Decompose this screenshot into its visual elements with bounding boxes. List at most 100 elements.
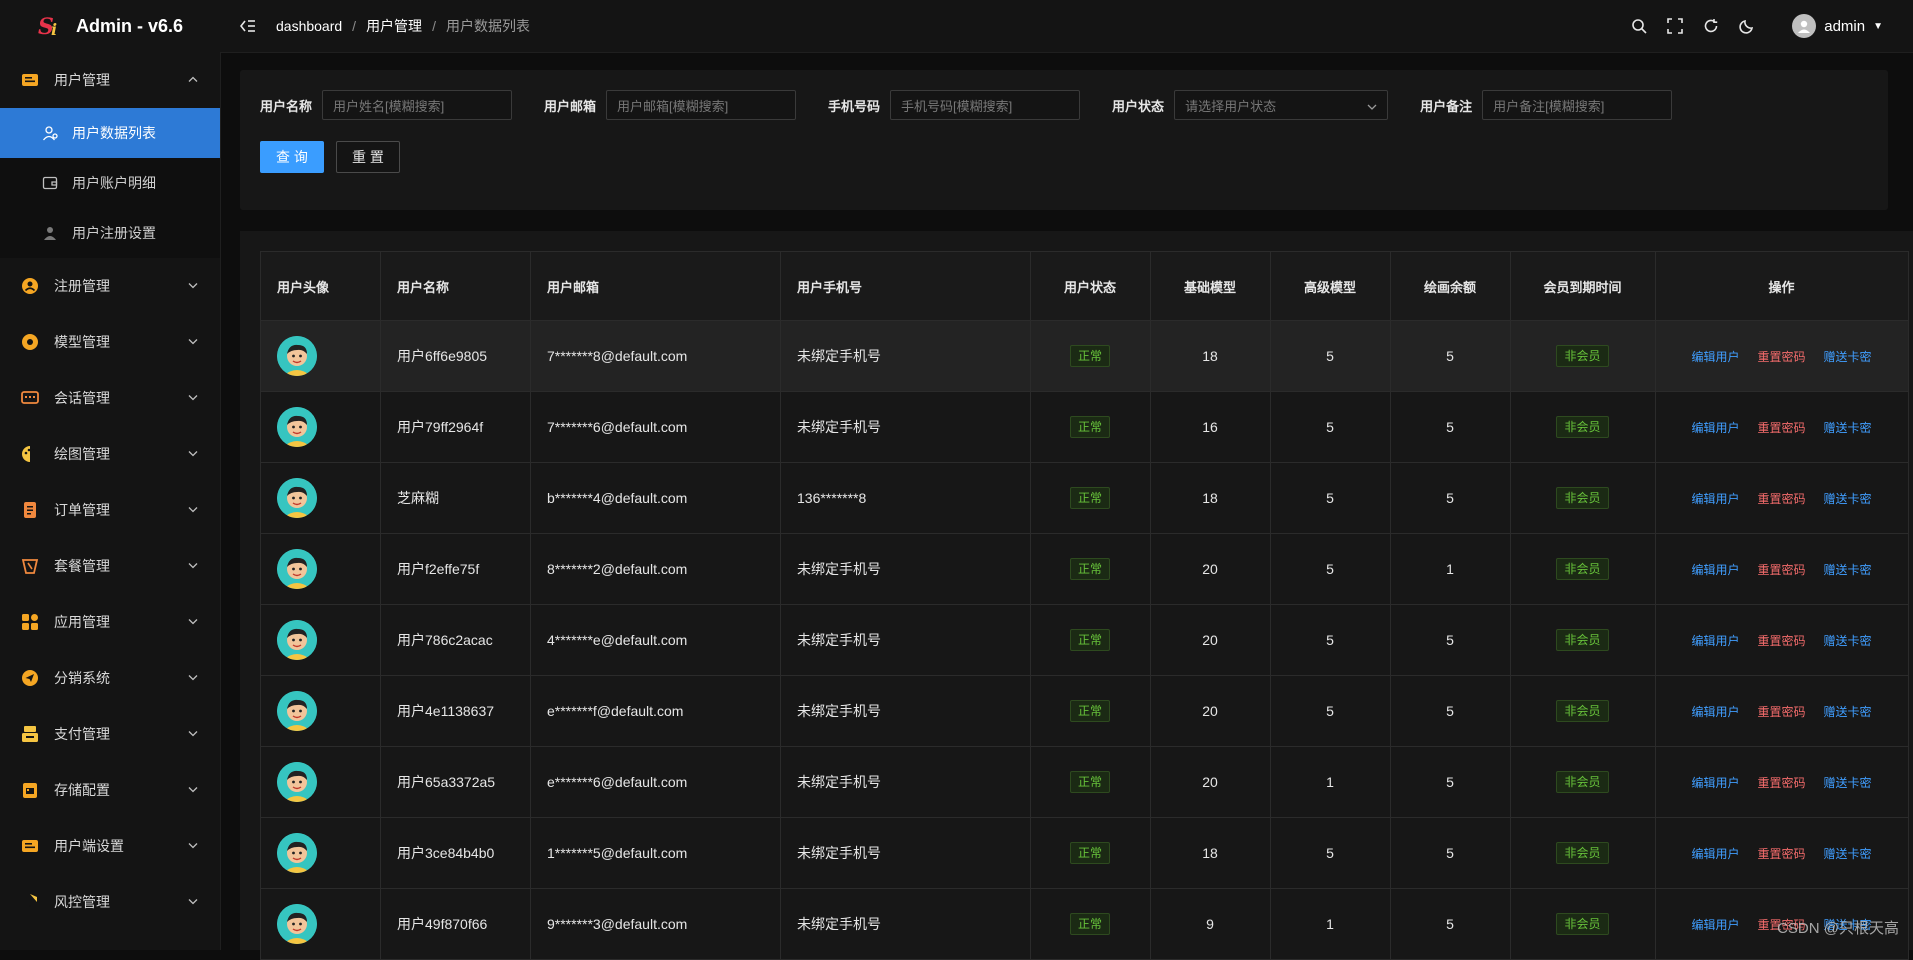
chevron-down-icon <box>188 561 198 572</box>
status-badge: 正常 <box>1069 629 1110 651</box>
reset-button[interactable]: 重 置 <box>336 141 400 173</box>
edit-user-link[interactable]: 编辑用户 <box>1691 348 1739 365</box>
reset-password-link[interactable]: 重置密码 <box>1757 490 1805 507</box>
email-cell: b*******4@default.com <box>530 462 781 534</box>
breadcrumb-current: 用户数据列表 <box>445 18 530 34</box>
submenu-item[interactable]: 用户数据列表 <box>0 108 220 158</box>
phone-cell: 未绑定手机号 <box>780 888 1031 960</box>
gift-card-link[interactable]: 赠送卡密 <box>1824 845 1872 862</box>
logo[interactable]: S i Admin - v6.6 <box>0 0 220 52</box>
advanced-model-cell: 5 <box>1270 320 1391 392</box>
vip-badge: 非会员 <box>1556 558 1609 580</box>
status-select[interactable]: 请选择用户状态 <box>1174 90 1389 120</box>
advanced-model-cell: 5 <box>1270 533 1391 605</box>
name-cell: 用户6ff6e9805 <box>380 320 531 392</box>
sidebar-item-share[interactable]: 分销系统 <box>0 650 220 706</box>
gift-card-link[interactable]: 赠送卡密 <box>1824 774 1872 791</box>
sidebar-item-order[interactable]: 订单管理 <box>0 482 220 538</box>
field-remark: 用户备注 用户备注[模糊搜索] <box>1420 90 1673 120</box>
chevron-down-icon <box>188 393 198 404</box>
phone-search-input[interactable]: 手机号码[模糊搜索] <box>890 90 1081 120</box>
chevron-down-icon <box>188 281 198 292</box>
username-search-input[interactable]: 用户姓名[模糊搜索] <box>322 90 513 120</box>
submenu-item[interactable]: 用户账户明细 <box>0 158 220 208</box>
sidebar-item-user-card[interactable]: 用户管理 <box>0 52 220 108</box>
draw-balance-cell: 5 <box>1390 888 1511 960</box>
reset-password-link[interactable]: 重置密码 <box>1757 419 1805 436</box>
base-model-cell: 18 <box>1150 817 1271 889</box>
name-cell: 芝麻糊 <box>380 462 531 534</box>
edit-user-link[interactable]: 编辑用户 <box>1691 419 1739 436</box>
actions-cell: 编辑用户 重置密码 赠送卡密 <box>1655 675 1909 747</box>
fullscreen-icon[interactable] <box>1666 17 1684 35</box>
reset-password-link[interactable]: 重置密码 <box>1757 348 1805 365</box>
edit-user-link[interactable]: 编辑用户 <box>1691 490 1739 507</box>
reset-password-link[interactable]: 重置密码 <box>1757 845 1805 862</box>
reset-password-link[interactable]: 重置密码 <box>1757 703 1805 720</box>
gift-card-link[interactable]: 赠送卡密 <box>1824 419 1872 436</box>
status-badge: 正常 <box>1069 700 1110 722</box>
gift-card-link[interactable]: 赠送卡密 <box>1824 490 1872 507</box>
sidebar-item-apps[interactable]: 应用管理 <box>0 594 220 650</box>
avatar <box>277 407 317 447</box>
sidebar-item-package[interactable]: 套餐管理 <box>0 538 220 594</box>
gift-card-link[interactable]: 赠送卡密 <box>1824 561 1872 578</box>
collapse-menu-icon[interactable] <box>238 16 258 36</box>
email-cell: 1*******5@default.com <box>530 817 781 889</box>
sidebar-item-label: 分销系统 <box>54 670 110 686</box>
chat-icon <box>20 388 40 408</box>
status-cell: 正常 <box>1030 817 1151 889</box>
share-icon <box>20 668 40 688</box>
search-icon[interactable] <box>1630 17 1648 35</box>
sidebar-item-label: 模型管理 <box>54 334 110 350</box>
sidebar-item-register[interactable]: 注册管理 <box>0 258 220 314</box>
sidebar-item-storage[interactable]: 存储配置 <box>0 762 220 818</box>
refresh-icon[interactable] <box>1702 17 1720 35</box>
sidebar-item-label: 用户管理 <box>54 72 110 88</box>
phone-cell: 未绑定手机号 <box>780 675 1031 747</box>
edit-user-link[interactable]: 编辑用户 <box>1691 845 1739 862</box>
submenu-item[interactable]: 用户注册设置 <box>0 208 220 258</box>
shield-icon <box>20 892 40 912</box>
base-model-cell: 18 <box>1150 320 1271 392</box>
reset-password-link[interactable]: 重置密码 <box>1757 632 1805 649</box>
breadcrumb-user-management[interactable]: 用户管理 <box>366 16 422 36</box>
palette-icon <box>20 444 40 464</box>
edit-user-link[interactable]: 编辑用户 <box>1691 561 1739 578</box>
chevron-down-icon <box>188 841 198 852</box>
table-row: 用户3ce84b4b0 1*******5@default.com 未绑定手机号 正常… <box>260 817 1909 889</box>
edit-user-link[interactable]: 编辑用户 <box>1691 774 1739 791</box>
header-actions: admin ▼ <box>1630 0 1883 52</box>
sidebar-item-shield[interactable]: 风控管理 <box>0 874 220 930</box>
remark-search-input[interactable]: 用户备注[模糊搜索] <box>1482 90 1673 120</box>
gift-card-link[interactable]: 赠送卡密 <box>1824 703 1872 720</box>
edit-user-link[interactable]: 编辑用户 <box>1691 703 1739 720</box>
edit-user-link[interactable]: 编辑用户 <box>1691 632 1739 649</box>
sidebar-item-client-settings[interactable]: 用户端设置 <box>0 818 220 874</box>
email-search-input[interactable]: 用户邮箱[模糊搜索] <box>606 90 797 120</box>
query-button[interactable]: 查 询 <box>260 141 324 173</box>
name-cell: 用户79ff2964f <box>380 391 531 463</box>
caret-down-icon: ▼ <box>1873 20 1883 32</box>
actions-cell: 编辑用户 重置密码 赠送卡密 <box>1655 604 1909 676</box>
status-badge: 正常 <box>1069 771 1110 793</box>
breadcrumb-dashboard[interactable]: dashboard <box>276 18 342 34</box>
sidebar-item-payment[interactable]: 支付管理 <box>0 706 220 762</box>
reset-password-link[interactable]: 重置密码 <box>1757 774 1805 791</box>
edit-user-link[interactable]: 编辑用户 <box>1691 916 1739 933</box>
sidebar-item-model[interactable]: 模型管理 <box>0 314 220 370</box>
register-icon <box>20 276 40 296</box>
gift-card-link[interactable]: 赠送卡密 <box>1824 348 1872 365</box>
field-phone: 手机号码 手机号码[模糊搜索] <box>828 90 1081 120</box>
chevron-down-icon <box>188 505 198 516</box>
gift-card-link[interactable]: 赠送卡密 <box>1824 632 1872 649</box>
dark-mode-icon[interactable] <box>1738 17 1756 35</box>
user-menu[interactable]: admin ▼ <box>1792 14 1883 38</box>
sidebar-item-palette[interactable]: 绘图管理 <box>0 426 220 482</box>
app-title: Admin - v6.6 <box>76 15 184 36</box>
chevron-down-icon <box>188 337 198 348</box>
actions-cell: 编辑用户 重置密码 赠送卡密 <box>1655 391 1909 463</box>
reset-password-link[interactable]: 重置密码 <box>1757 561 1805 578</box>
phone-cell: 未绑定手机号 <box>780 391 1031 463</box>
sidebar-item-chat[interactable]: 会话管理 <box>0 370 220 426</box>
